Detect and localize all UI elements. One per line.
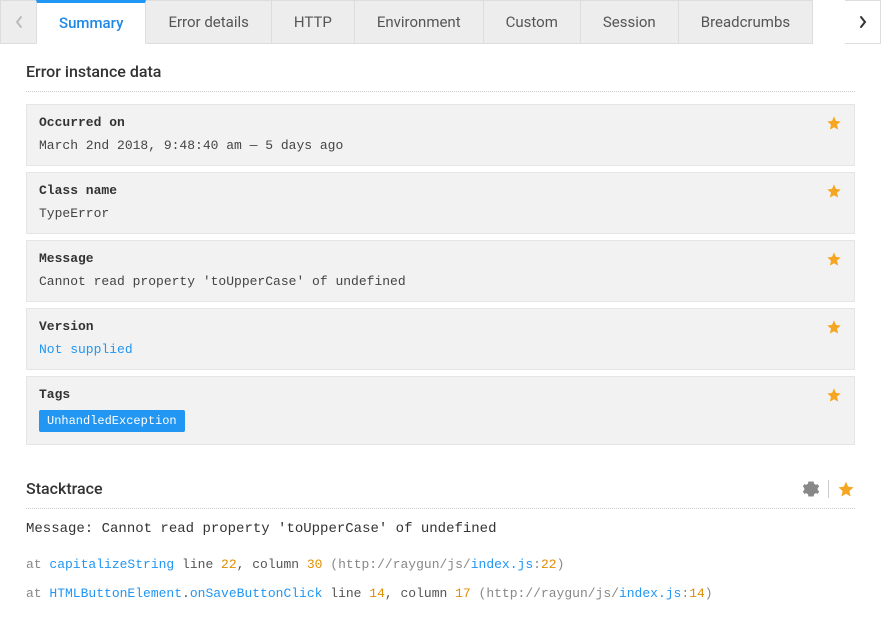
- tag-chip[interactable]: UnhandledException: [39, 410, 185, 432]
- stackframe: at capitalizeString line 22, column 30 (…: [26, 557, 855, 572]
- field-label: Class name: [39, 183, 842, 198]
- section-title-stacktrace-row: Stacktrace: [26, 479, 855, 509]
- tab-label: Environment: [377, 13, 461, 31]
- tab-custom[interactable]: Custom: [484, 0, 581, 44]
- tab-label: Breadcrumbs: [701, 13, 790, 31]
- stackframe: at HTMLButtonElement.onSaveButtonClick l…: [26, 586, 855, 601]
- field-label: Tags: [39, 387, 842, 402]
- field-value: March 2nd 2018, 9:48:40 am — 5 days ago: [39, 138, 842, 153]
- section-title-stacktrace: Stacktrace: [26, 479, 103, 498]
- stackframe-file[interactable]: index.js: [619, 586, 681, 601]
- field-tags: Tags UnhandledException: [26, 376, 855, 445]
- field-label: Version: [39, 319, 842, 334]
- field-label: Message: [39, 251, 842, 266]
- stackframe-class[interactable]: HTMLButtonElement: [49, 586, 182, 601]
- tab-http[interactable]: HTTP: [272, 0, 355, 44]
- chevron-right-icon: [858, 15, 868, 29]
- star-icon[interactable]: [837, 480, 855, 498]
- star-icon[interactable]: [826, 319, 842, 335]
- stacktrace-message-prefix: Message:: [26, 521, 102, 537]
- stackframe-function[interactable]: onSaveButtonClick: [190, 586, 323, 601]
- tab-summary[interactable]: Summary: [36, 0, 146, 44]
- tabs-list: Summary Error details HTTP Environment C…: [36, 0, 845, 44]
- stacktrace-toolbar: [802, 480, 855, 498]
- field-value: TypeError: [39, 206, 842, 221]
- field-label: Occurred on: [39, 115, 842, 130]
- stacktrace-message-text: Cannot read property 'toUpperCase' of un…: [102, 521, 497, 537]
- tab-breadcrumbs[interactable]: Breadcrumbs: [679, 0, 813, 44]
- tab-label: Summary: [59, 14, 123, 32]
- tab-label: Session: [603, 13, 656, 31]
- tabs-scroll-right-button[interactable]: [845, 0, 881, 44]
- divider: [828, 480, 829, 498]
- field-value-link[interactable]: Not supplied: [39, 342, 842, 357]
- tab-label: Custom: [506, 13, 558, 31]
- field-value: Cannot read property 'toUpperCase' of un…: [39, 274, 842, 289]
- star-icon[interactable]: [826, 251, 842, 267]
- tab-environment[interactable]: Environment: [355, 0, 484, 44]
- field-class-name: Class name TypeError: [26, 172, 855, 234]
- tab-error-details[interactable]: Error details: [146, 0, 271, 44]
- field-occurred-on: Occurred on March 2nd 2018, 9:48:40 am —…: [26, 104, 855, 166]
- gear-icon[interactable]: [802, 480, 820, 498]
- field-version: Version Not supplied: [26, 308, 855, 370]
- tab-label: HTTP: [294, 13, 332, 31]
- stackframe-file[interactable]: index.js: [471, 557, 533, 572]
- tab-label: Error details: [168, 13, 248, 31]
- tab-content: Error instance data Occurred on March 2n…: [0, 44, 881, 635]
- star-icon[interactable]: [826, 387, 842, 403]
- stackframe-col: 30: [307, 557, 323, 572]
- chevron-left-icon: [14, 15, 24, 29]
- tabs-scroll-left-button[interactable]: [0, 0, 36, 44]
- stacktrace-message: Message: Cannot read property 'toUpperCa…: [26, 521, 855, 537]
- stackframe-line: 22: [221, 557, 237, 572]
- stackframe-function[interactable]: capitalizeString: [49, 557, 174, 572]
- star-icon[interactable]: [826, 115, 842, 131]
- tabs-bar: Summary Error details HTTP Environment C…: [0, 0, 881, 44]
- star-icon[interactable]: [826, 183, 842, 199]
- stackframe-col: 17: [455, 586, 471, 601]
- section-title-instance: Error instance data: [26, 62, 855, 92]
- field-message: Message Cannot read property 'toUpperCas…: [26, 240, 855, 302]
- tab-session[interactable]: Session: [581, 0, 679, 44]
- stackframe-line: 14: [369, 586, 385, 601]
